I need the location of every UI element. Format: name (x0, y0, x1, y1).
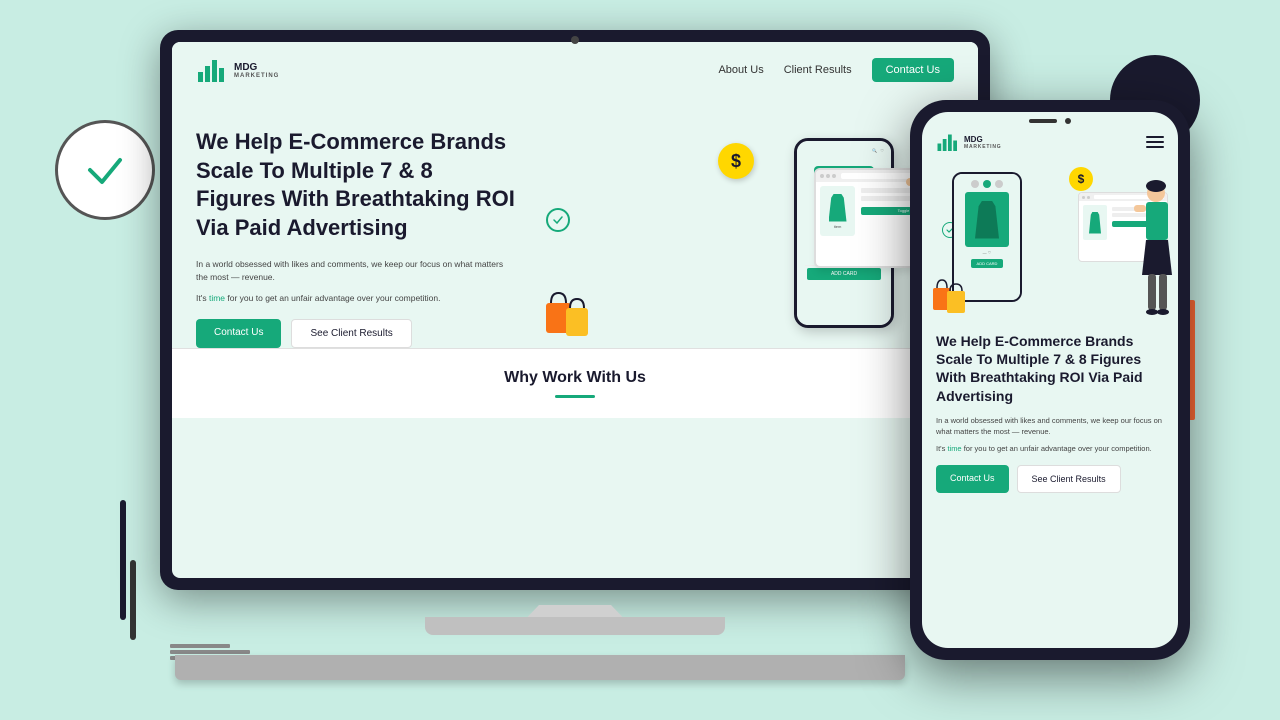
section-title: Why Work With Us (196, 369, 954, 387)
hero-contact-button[interactable]: Contact Us (196, 319, 281, 348)
phone-logo-subtitle: MARKETING (964, 144, 1001, 150)
laptop-website: MDG MARKETING About Us Client Results Co… (172, 42, 978, 578)
phone-person-illustration (1118, 177, 1173, 322)
phone-client-results-button[interactable]: See Client Results (1017, 465, 1121, 493)
hero-text-block: We Help E-Commerce Brands Scale To Multi… (196, 128, 516, 348)
hero-desc-2: It's time for you to get an unfair advan… (196, 292, 516, 305)
phone-hero-illustration: $ (922, 162, 1178, 322)
nav-about-us[interactable]: About Us (718, 64, 763, 76)
laptop-screen: MDG MARKETING About Us Client Results Co… (160, 30, 990, 590)
hero-check-circle (546, 208, 570, 232)
deco-bar-1 (120, 500, 126, 620)
hamburger-line-2 (1146, 141, 1164, 143)
phone-dollar-badge: $ (1069, 167, 1093, 191)
dollar-badge: $ (718, 143, 754, 179)
shopping-bags-illustration (541, 283, 596, 348)
phone-shopping-bags (930, 272, 970, 320)
hamburger-menu-button[interactable] (1146, 136, 1164, 148)
why-work-section: Why Work With Us (172, 348, 978, 418)
phone-contact-button[interactable]: Contact Us (936, 465, 1009, 493)
laptop-hero: We Help E-Commerce Brands Scale To Multi… (172, 98, 978, 348)
hero-illustration: $ 🔍♡ (536, 128, 954, 348)
phone-screen: MDG MARKETING $ (922, 112, 1178, 648)
hamburger-line-1 (1146, 136, 1164, 138)
add-card-label: ADD CARD (807, 268, 881, 280)
phone-hero-desc-1: In a world obsessed with likes and comme… (936, 415, 1164, 438)
phone-logo-text: MDG (964, 135, 1001, 144)
laptop-device: MDG MARKETING About Us Client Results Co… (160, 30, 990, 650)
laptop-camera (571, 36, 579, 44)
phone-hero-text: We Help E-Commerce Brands Scale To Multi… (922, 322, 1178, 455)
laptop-nav: MDG MARKETING About Us Client Results Co… (172, 42, 978, 98)
phone-hero-desc-2: It's time for you to get an unfair advan… (936, 443, 1164, 454)
nav-client-results[interactable]: Client Results (784, 64, 852, 76)
nav-contact-us-button[interactable]: Contact Us (872, 58, 954, 82)
check-circle-decoration (55, 120, 155, 220)
phone-device: MDG MARKETING $ (910, 100, 1190, 660)
deco-bar-2 (130, 560, 136, 640)
phone-logo: MDG MARKETING (936, 130, 1001, 154)
hero-buttons: Contact Us See Client Results (196, 319, 516, 348)
laptop-logo-subtitle: MARKETING (234, 73, 279, 79)
hero-desc-1: In a world obsessed with likes and comme… (196, 258, 516, 284)
laptop-nav-links: About Us Client Results Contact Us (718, 58, 954, 82)
phone-outer-frame: MDG MARKETING $ (910, 100, 1190, 660)
laptop-logo: MDG MARKETING (196, 54, 279, 86)
phone-add-card-label: ADD CARD (971, 259, 1004, 268)
hamburger-line-3 (1146, 146, 1164, 148)
laptop-keyboard (175, 655, 905, 680)
hero-client-results-button[interactable]: See Client Results (291, 319, 411, 348)
laptop-base (425, 617, 725, 635)
hero-title: We Help E-Commerce Brands Scale To Multi… (196, 128, 516, 242)
phone-hero-buttons: Contact Us See Client Results (922, 465, 1178, 493)
phone-hero-title: We Help E-Commerce Brands Scale To Multi… (936, 332, 1164, 405)
laptop-logo-text: MDG (234, 62, 279, 73)
